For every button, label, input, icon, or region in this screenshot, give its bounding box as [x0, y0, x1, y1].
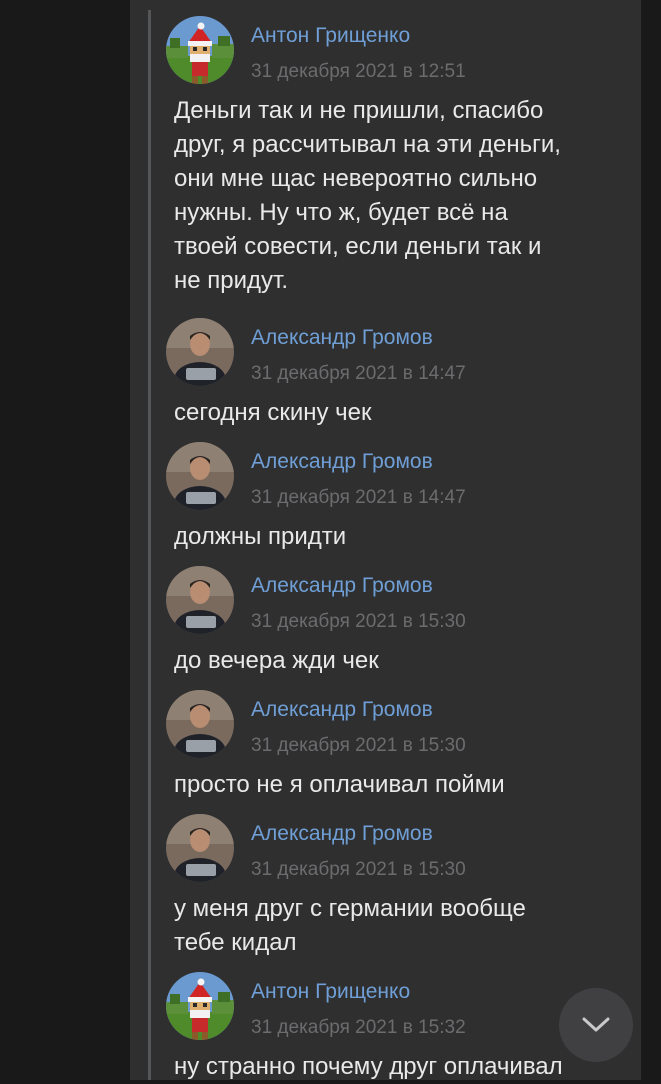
- message-text: до вечера жди чек: [174, 647, 379, 674]
- avatar-alexander[interactable]: [166, 814, 234, 882]
- message-date: 31 декабря 2021 в 15:32: [251, 1017, 466, 1038]
- person-with-laptop-avatar: [166, 566, 234, 634]
- scroll-down-button[interactable]: [559, 988, 633, 1062]
- avatar-alexander[interactable]: [166, 442, 234, 510]
- author-name[interactable]: Антон Грищенко: [251, 980, 410, 1004]
- person-with-laptop-avatar: [166, 690, 234, 758]
- author-name[interactable]: Александр Громов: [251, 822, 433, 846]
- message-text: сегодня скину чек: [174, 399, 372, 426]
- message-date: 31 декабря 2021 в 15:30: [251, 859, 466, 880]
- person-with-laptop-avatar: [166, 442, 234, 510]
- right-margin: [641, 0, 661, 1080]
- person-with-laptop-avatar: [166, 814, 234, 882]
- message-date: 31 декабря 2021 в 12:51: [251, 61, 466, 82]
- message-text: Деньги так и не пришли, спасибо друг, я …: [174, 97, 561, 294]
- message-text: должны придти: [174, 523, 347, 550]
- message-text: просто не я оплачивал пойми: [174, 771, 505, 798]
- author-name[interactable]: Александр Громов: [251, 450, 433, 474]
- minecraft-santa-avatar: [166, 16, 234, 84]
- chevron-down-icon: [582, 1017, 610, 1032]
- avatar-anton[interactable]: [166, 16, 234, 84]
- avatar-alexander[interactable]: [166, 566, 234, 634]
- left-margin: [0, 0, 130, 1080]
- person-with-laptop-avatar: [166, 318, 234, 386]
- message-date: 31 декабря 2021 в 15:30: [251, 611, 466, 632]
- forwarded-quote-bar: [148, 10, 151, 1080]
- message-date: 31 декабря 2021 в 14:47: [251, 487, 466, 508]
- author-name[interactable]: Александр Громов: [251, 326, 433, 350]
- author-name[interactable]: Александр Громов: [251, 574, 433, 598]
- avatar-alexander[interactable]: [166, 318, 234, 386]
- message-date: 31 декабря 2021 в 15:30: [251, 735, 466, 756]
- minecraft-santa-avatar: [166, 972, 234, 1040]
- message-text: ну странно почему друг оплачивал: [174, 1053, 563, 1080]
- message-text: у меня друг с германии вообще тебе кидал: [174, 895, 526, 956]
- author-name[interactable]: Антон Грищенко: [251, 24, 410, 48]
- message-date: 31 декабря 2021 в 14:47: [251, 363, 466, 384]
- avatar-anton[interactable]: [166, 972, 234, 1040]
- author-name[interactable]: Александр Громов: [251, 698, 433, 722]
- avatar-alexander[interactable]: [166, 690, 234, 758]
